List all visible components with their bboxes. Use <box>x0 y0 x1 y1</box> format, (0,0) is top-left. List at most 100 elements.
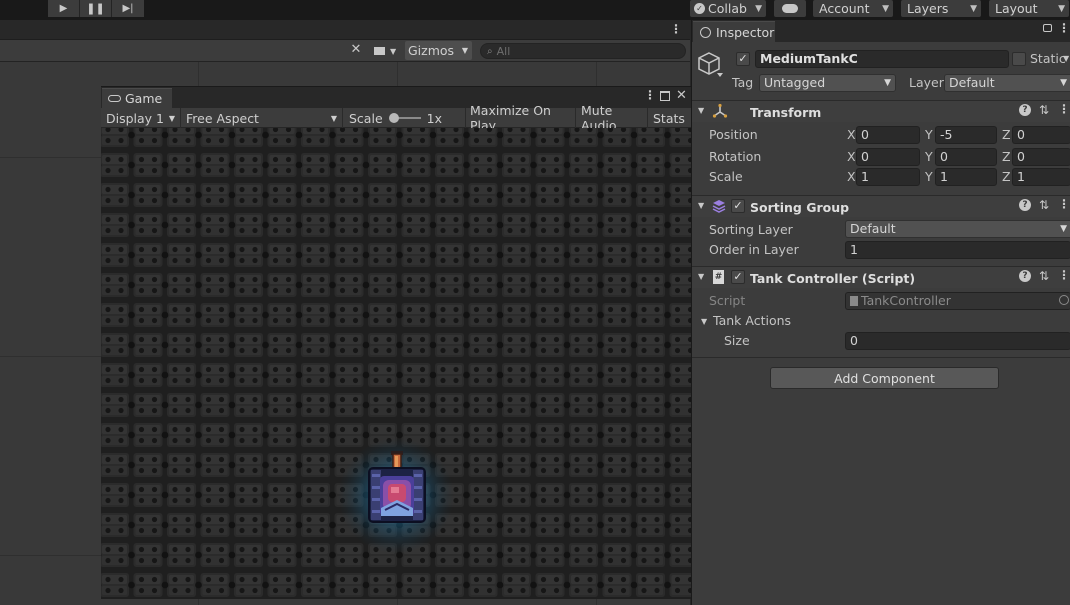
scale-z-field[interactable]: 1 <box>1012 168 1070 186</box>
pause-button[interactable]: ❚❚ <box>80 0 112 17</box>
presets-icon[interactable]: ⇅ <box>1039 198 1049 212</box>
object-picker-icon[interactable] <box>1059 295 1069 305</box>
sorting-layer-value: Default <box>850 221 896 236</box>
collab-button[interactable]: ✓ Collab ▼ <box>690 0 766 17</box>
camera-button[interactable]: ▼ <box>370 42 404 60</box>
display-label: Display 1 <box>106 110 165 126</box>
scene-tab-bar: ⋮ <box>0 20 690 40</box>
foldout-arrow-icon[interactable]: ▼ <box>698 201 704 210</box>
scene-toolbar: ✕ ▼ Gizmos ▼ ⌕ All <box>0 40 690 62</box>
active-checkbox[interactable]: ✓ <box>736 52 750 66</box>
play-button[interactable]: ▶ <box>48 0 80 17</box>
sorting-group-enabled-checkbox[interactable]: ✓ <box>731 199 745 213</box>
foldout-arrow-icon[interactable]: ▼ <box>698 272 704 281</box>
tag-dropdown[interactable]: Untagged ▼ <box>759 74 896 92</box>
layers-label: Layers <box>907 1 949 16</box>
presets-icon[interactable]: ⇅ <box>1039 269 1049 283</box>
scale-y-field[interactable]: 1 <box>935 168 997 186</box>
chevron-down-icon: ▼ <box>168 113 175 123</box>
tank-controller-header[interactable]: ▼ # ✓ Tank Controller (Script) ? ⇅ ⋮ <box>692 266 1070 288</box>
account-dropdown[interactable]: Account ▼ <box>813 0 893 17</box>
more-options-icon[interactable]: ⋮ <box>1058 21 1070 35</box>
scale-slider-track[interactable] <box>388 113 421 123</box>
maximize-on-play-toggle[interactable]: Maximize On Play <box>465 103 576 133</box>
account-label: Account <box>819 1 870 16</box>
script-asset-icon <box>850 296 858 306</box>
step-button[interactable]: ▶| <box>112 0 144 17</box>
script-value: TankController <box>861 293 951 308</box>
close-icon[interactable]: ✕ <box>676 88 687 103</box>
sorting-layer-dropdown[interactable]: Default ▼ <box>845 220 1070 238</box>
scale-label: Scale <box>709 169 743 184</box>
object-name-field[interactable]: MediumTankC <box>755 50 1009 68</box>
chevron-down-icon[interactable]: ▼ <box>1063 54 1069 63</box>
more-options-icon[interactable]: ⋮ <box>1058 197 1070 211</box>
search-input[interactable]: ⌕ All <box>480 43 686 59</box>
cloud-button[interactable] <box>774 0 806 17</box>
static-label: Static <box>1030 51 1066 66</box>
sorting-group-title: Sorting Group <box>750 200 850 215</box>
search-placeholder: All <box>496 44 511 58</box>
tag-value: Untagged <box>764 75 826 90</box>
help-icon[interactable]: ? <box>1019 199 1031 211</box>
scale-slider[interactable]: Scale 1x <box>344 108 466 128</box>
aspect-dropdown[interactable]: Free Aspect ▼ <box>181 108 343 128</box>
game-viewport[interactable] <box>101 128 691 599</box>
tab-game[interactable]: Game <box>102 88 172 108</box>
chevron-down-icon: ▼ <box>970 3 977 14</box>
chevron-down-icon: ▼ <box>1060 78 1067 88</box>
scale-slider-thumb[interactable] <box>388 113 399 123</box>
rotation-y-label: Y <box>925 149 933 164</box>
layer-dropdown[interactable]: Default ▼ <box>944 74 1070 92</box>
rotation-x-field[interactable]: 0 <box>856 148 920 166</box>
gizmos-dropdown[interactable]: Gizmos ▼ <box>405 41 472 60</box>
sorting-layer-label: Sorting Layer <box>709 222 793 237</box>
tank-actions-size-field[interactable]: 0 <box>845 332 1070 350</box>
camera-icon <box>374 47 385 55</box>
order-in-layer-field[interactable]: 1 <box>845 241 1070 259</box>
foldout-arrow-icon[interactable]: ▼ <box>698 106 704 115</box>
static-checkbox[interactable] <box>1012 52 1026 66</box>
script-label: Script <box>709 293 746 308</box>
transform-title: Transform <box>750 105 822 120</box>
display-dropdown[interactable]: Display 1 ▼ <box>101 108 181 128</box>
size-label: Size <box>724 333 750 348</box>
divider <box>692 357 1070 358</box>
position-z-field[interactable]: 0 <box>1012 126 1070 144</box>
add-component-button[interactable]: Add Component <box>770 367 999 389</box>
mute-audio-toggle[interactable]: Mute Audio <box>576 103 648 133</box>
layout-dropdown[interactable]: Layout ▼ <box>989 0 1069 17</box>
position-y-field[interactable]: -5 <box>935 126 997 144</box>
chevron-down-icon: ▼ <box>1060 224 1067 234</box>
scale-x-field[interactable]: 1 <box>856 168 920 186</box>
sorting-group-header[interactable]: ▼ ✓ Sorting Group ? ⇅ ⋮ <box>692 195 1070 217</box>
transform-header[interactable]: ▼ Transform ? ⇅ ⋮ <box>692 100 1070 122</box>
more-options-icon[interactable]: ⋮ <box>670 22 682 36</box>
more-options-icon[interactable]: ⋮ <box>1058 102 1070 116</box>
position-x-field[interactable]: 0 <box>856 126 920 144</box>
layer-value: Default <box>949 75 995 90</box>
game-tab-label: Game <box>125 91 163 106</box>
foldout-arrow-icon[interactable]: ▼ <box>701 317 707 326</box>
rotation-y-field[interactable]: 0 <box>935 148 997 166</box>
tank-controller-enabled-checkbox[interactable]: ✓ <box>731 270 745 284</box>
more-options-icon[interactable]: ⋮ <box>1058 268 1070 282</box>
rotation-z-field[interactable]: 0 <box>1012 148 1070 166</box>
help-icon[interactable]: ? <box>1019 104 1031 116</box>
play-icon: ▶ <box>59 3 68 14</box>
presets-icon[interactable]: ⇅ <box>1039 103 1049 117</box>
tools-icon[interactable]: ✕ <box>346 42 366 60</box>
stats-label: Stats <box>653 110 685 126</box>
tab-inspector[interactable]: Inspector <box>693 21 775 42</box>
more-options-icon[interactable]: ⋮ <box>644 88 656 102</box>
lock-icon[interactable] <box>1043 24 1052 32</box>
tank-actions-label[interactable]: Tank Actions <box>713 313 791 328</box>
maximize-icon[interactable] <box>660 91 670 101</box>
script-file-icon: # <box>713 270 724 284</box>
inspector-tab-bar: Inspector ⋮ <box>692 20 1070 42</box>
order-in-layer-label: Order in Layer <box>709 242 799 257</box>
position-label: Position <box>709 127 758 142</box>
help-icon[interactable]: ? <box>1019 270 1031 282</box>
layers-dropdown[interactable]: Layers ▼ <box>901 0 981 17</box>
stats-toggle[interactable]: Stats <box>648 108 690 128</box>
